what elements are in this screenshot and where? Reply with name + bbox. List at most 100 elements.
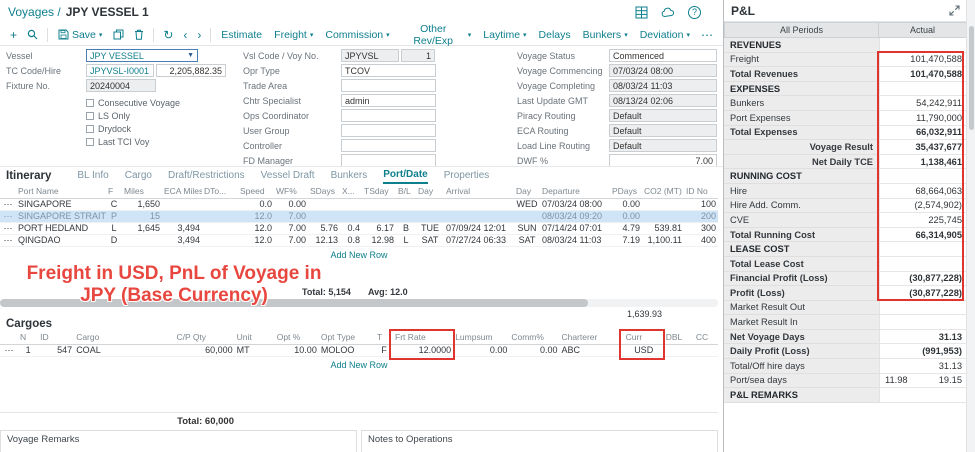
- ops-coordinator-label: Ops Coordinator: [243, 111, 341, 121]
- copy-button[interactable]: [109, 25, 128, 45]
- piracy-routing-field[interactable]: Default: [609, 109, 717, 122]
- new-button[interactable]: +: [6, 25, 21, 45]
- save-button[interactable]: Save▾: [53, 25, 107, 45]
- checkbox-drydock[interactable]: Drydock: [86, 122, 236, 135]
- tab-properties[interactable]: Properties: [444, 170, 490, 183]
- cell-departure: 07/03/24 08:00: [540, 198, 610, 210]
- checkbox-ls-only[interactable]: LS Only: [86, 109, 236, 122]
- grid-icon[interactable]: [635, 6, 648, 19]
- voyage-completing-field[interactable]: 08/03/24 11:03: [609, 79, 717, 92]
- voy-no-field[interactable]: 1: [401, 49, 435, 62]
- row-menu-icon[interactable]: ⋯: [0, 198, 16, 210]
- itinerary-row-singapore-strait[interactable]: ⋯ SINGAPORE STRAIT P 15 12.0 7.00 08/03/…: [0, 210, 718, 222]
- tab-port-date[interactable]: Port/Date: [383, 169, 427, 184]
- tc-code-field[interactable]: JPYVSL-I0001: [86, 64, 154, 77]
- vessel-label: Vessel: [6, 51, 86, 61]
- itinerary-horizontal-scrollbar[interactable]: [0, 299, 718, 307]
- notes-to-operations-panel[interactable]: Notes to Operations: [361, 430, 718, 452]
- voyage-completing-label: Voyage Completing: [517, 81, 609, 91]
- cell-t: F: [375, 344, 393, 356]
- voyage-remarks-panel[interactable]: Voyage Remarks: [0, 430, 357, 452]
- expand-icon[interactable]: [949, 5, 960, 16]
- fixture-no-field[interactable]: 20240004: [86, 79, 156, 92]
- refresh-button[interactable]: ↻: [159, 25, 177, 45]
- deviation-menu-button[interactable]: Deviation▾: [635, 25, 695, 45]
- checkbox-last-tci-voy[interactable]: Last TCI Voy: [86, 135, 236, 148]
- itinerary-row-port-hedland[interactable]: ⋯ PORT HEDLAND L 1,645 3,494 12.0 7.00 5…: [0, 222, 718, 234]
- row-menu-icon[interactable]: ⋯: [0, 222, 16, 234]
- cell-dto: [202, 234, 238, 246]
- trade-area-field[interactable]: [341, 79, 436, 92]
- tab-cargo[interactable]: Cargo: [125, 170, 152, 183]
- controller-field[interactable]: [341, 139, 436, 152]
- cargoes-table: N ID Cargo C/P Qty Unit Opt % Opt Type T…: [0, 331, 718, 357]
- cell-pdays: 4.79: [610, 222, 642, 234]
- last-update-gmt-field[interactable]: 08/13/24 02:06: [609, 94, 717, 107]
- voyage-commencing-field[interactable]: 07/03/24 08:00: [609, 64, 717, 77]
- col-pdays: PDays: [610, 185, 642, 198]
- load-line-routing-field[interactable]: Default: [609, 139, 717, 152]
- cell-co2: 539.81: [642, 222, 684, 234]
- voyage-status-field[interactable]: Commenced: [609, 49, 717, 62]
- cargoes-add-new-row[interactable]: Add New Row: [0, 360, 718, 372]
- row-menu-icon[interactable]: ⋯: [0, 344, 18, 356]
- cell-sdays: [308, 198, 340, 210]
- vsl-code-field[interactable]: JPYVSL: [341, 49, 399, 62]
- cell-departure-day: WED: [514, 198, 540, 210]
- bunkers-menu-button[interactable]: Bunkers▾: [578, 25, 633, 45]
- cloud-sync-icon[interactable]: [661, 7, 675, 18]
- trade-area-label: Trade Area: [243, 81, 341, 91]
- toolbar-separator: [210, 28, 211, 42]
- checkbox-icon: [86, 138, 94, 146]
- col-n: N: [18, 331, 38, 344]
- row-menu-icon[interactable]: ⋯: [0, 210, 16, 222]
- tab-draft-restrictions[interactable]: Draft/Restrictions: [168, 170, 245, 183]
- controller-label: Controller: [243, 141, 341, 151]
- other-rev-exp-menu-button[interactable]: Other Rev/Exp▾: [397, 25, 477, 45]
- col-dto: DTo...: [202, 185, 238, 198]
- cell-pdays: 0.00: [610, 198, 642, 210]
- next-voyage-button[interactable]: ›: [193, 25, 205, 45]
- tab-bunkers[interactable]: Bunkers: [331, 170, 368, 183]
- cell-cc: [694, 344, 718, 356]
- breadcrumb-voyages-link[interactable]: Voyages /: [8, 5, 61, 19]
- pl-period-selector[interactable]: All Periods: [724, 22, 879, 38]
- checkbox-consecutive-voyage[interactable]: Consecutive Voyage: [86, 96, 236, 109]
- delays-button[interactable]: Delays: [534, 25, 576, 45]
- cargo-row-coal[interactable]: ⋯ 1 547 COAL 60,000 MT 10.00 MOLOO F 12.…: [0, 344, 718, 356]
- cell-id: 547: [38, 344, 74, 356]
- opr-type-field[interactable]: TCOV: [341, 64, 436, 77]
- tc-hire-field[interactable]: 2,205,882.35: [156, 64, 226, 77]
- pl-row-total-lease-cost: Total Lease Cost: [724, 257, 967, 272]
- tab-bl-info[interactable]: BL Info: [77, 170, 108, 183]
- cell-id-no: 200: [684, 210, 718, 222]
- itinerary-row-singapore[interactable]: ⋯ SINGAPORE C 1,650 0.0 0.00 WED 07/03/2…: [0, 198, 718, 210]
- pl-row-port-sea-days: Port/sea days11.9819.15: [724, 374, 967, 389]
- delete-button[interactable]: [130, 25, 148, 45]
- itinerary-row-qingdao[interactable]: ⋯ QINGDAO D 3,494 12.0 7.00 12.13 0.8 12…: [0, 234, 718, 246]
- chtr-specialist-field[interactable]: admin: [341, 94, 436, 107]
- scrollbar-thumb[interactable]: [0, 299, 588, 307]
- itinerary-add-new-row[interactable]: Add New Row: [0, 250, 718, 262]
- freight-menu-button[interactable]: Freight▾: [269, 25, 318, 45]
- pl-row-cve: CVE225,745: [724, 213, 967, 228]
- help-icon[interactable]: ?: [688, 6, 701, 19]
- search-button[interactable]: [23, 25, 42, 45]
- pl-vertical-scrollbar[interactable]: [966, 0, 975, 452]
- more-menu-button[interactable]: ⋯: [697, 25, 717, 45]
- cell-x: [340, 210, 362, 222]
- estimate-button[interactable]: Estimate: [216, 25, 267, 45]
- eca-routing-field[interactable]: Default: [609, 124, 717, 137]
- load-line-routing-label: Load Line Routing: [517, 141, 609, 151]
- prev-voyage-button[interactable]: ‹: [179, 25, 191, 45]
- ops-coordinator-field[interactable]: [341, 109, 436, 122]
- chevron-down-icon: ▾: [686, 31, 690, 39]
- scrollbar-thumb[interactable]: [969, 26, 974, 130]
- vessel-select[interactable]: JPY VESSEL ▼: [86, 49, 198, 62]
- user-group-field[interactable]: [341, 124, 436, 137]
- chevron-down-icon: ▾: [624, 31, 628, 39]
- row-menu-icon[interactable]: ⋯: [0, 234, 16, 246]
- commission-menu-button[interactable]: Commission▾: [320, 25, 394, 45]
- laytime-menu-button[interactable]: Laytime▾: [478, 25, 531, 45]
- tab-vessel-draft[interactable]: Vessel Draft: [261, 170, 315, 183]
